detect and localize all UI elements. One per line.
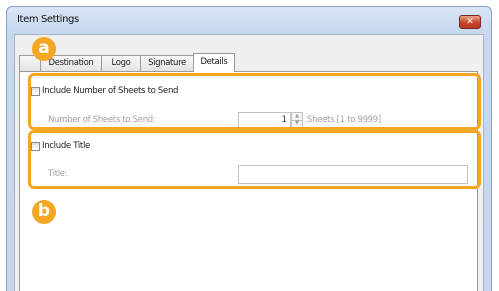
dialog-title: Item Settings <box>17 14 79 25</box>
callout-a-badge: a <box>32 37 56 61</box>
tab-details[interactable]: Details <box>193 53 235 72</box>
tab-signature[interactable]: Signature <box>140 55 194 71</box>
tab-logo[interactable]: Logo <box>101 55 141 71</box>
sheets-section-highlight <box>28 73 481 130</box>
close-icon: ✕ <box>466 16 474 27</box>
close-button[interactable]: ✕ <box>459 15 481 29</box>
callout-b-badge: b <box>32 200 56 224</box>
title-section-highlight <box>28 130 481 189</box>
title-bar[interactable]: Item Settings ✕ <box>7 7 491 33</box>
